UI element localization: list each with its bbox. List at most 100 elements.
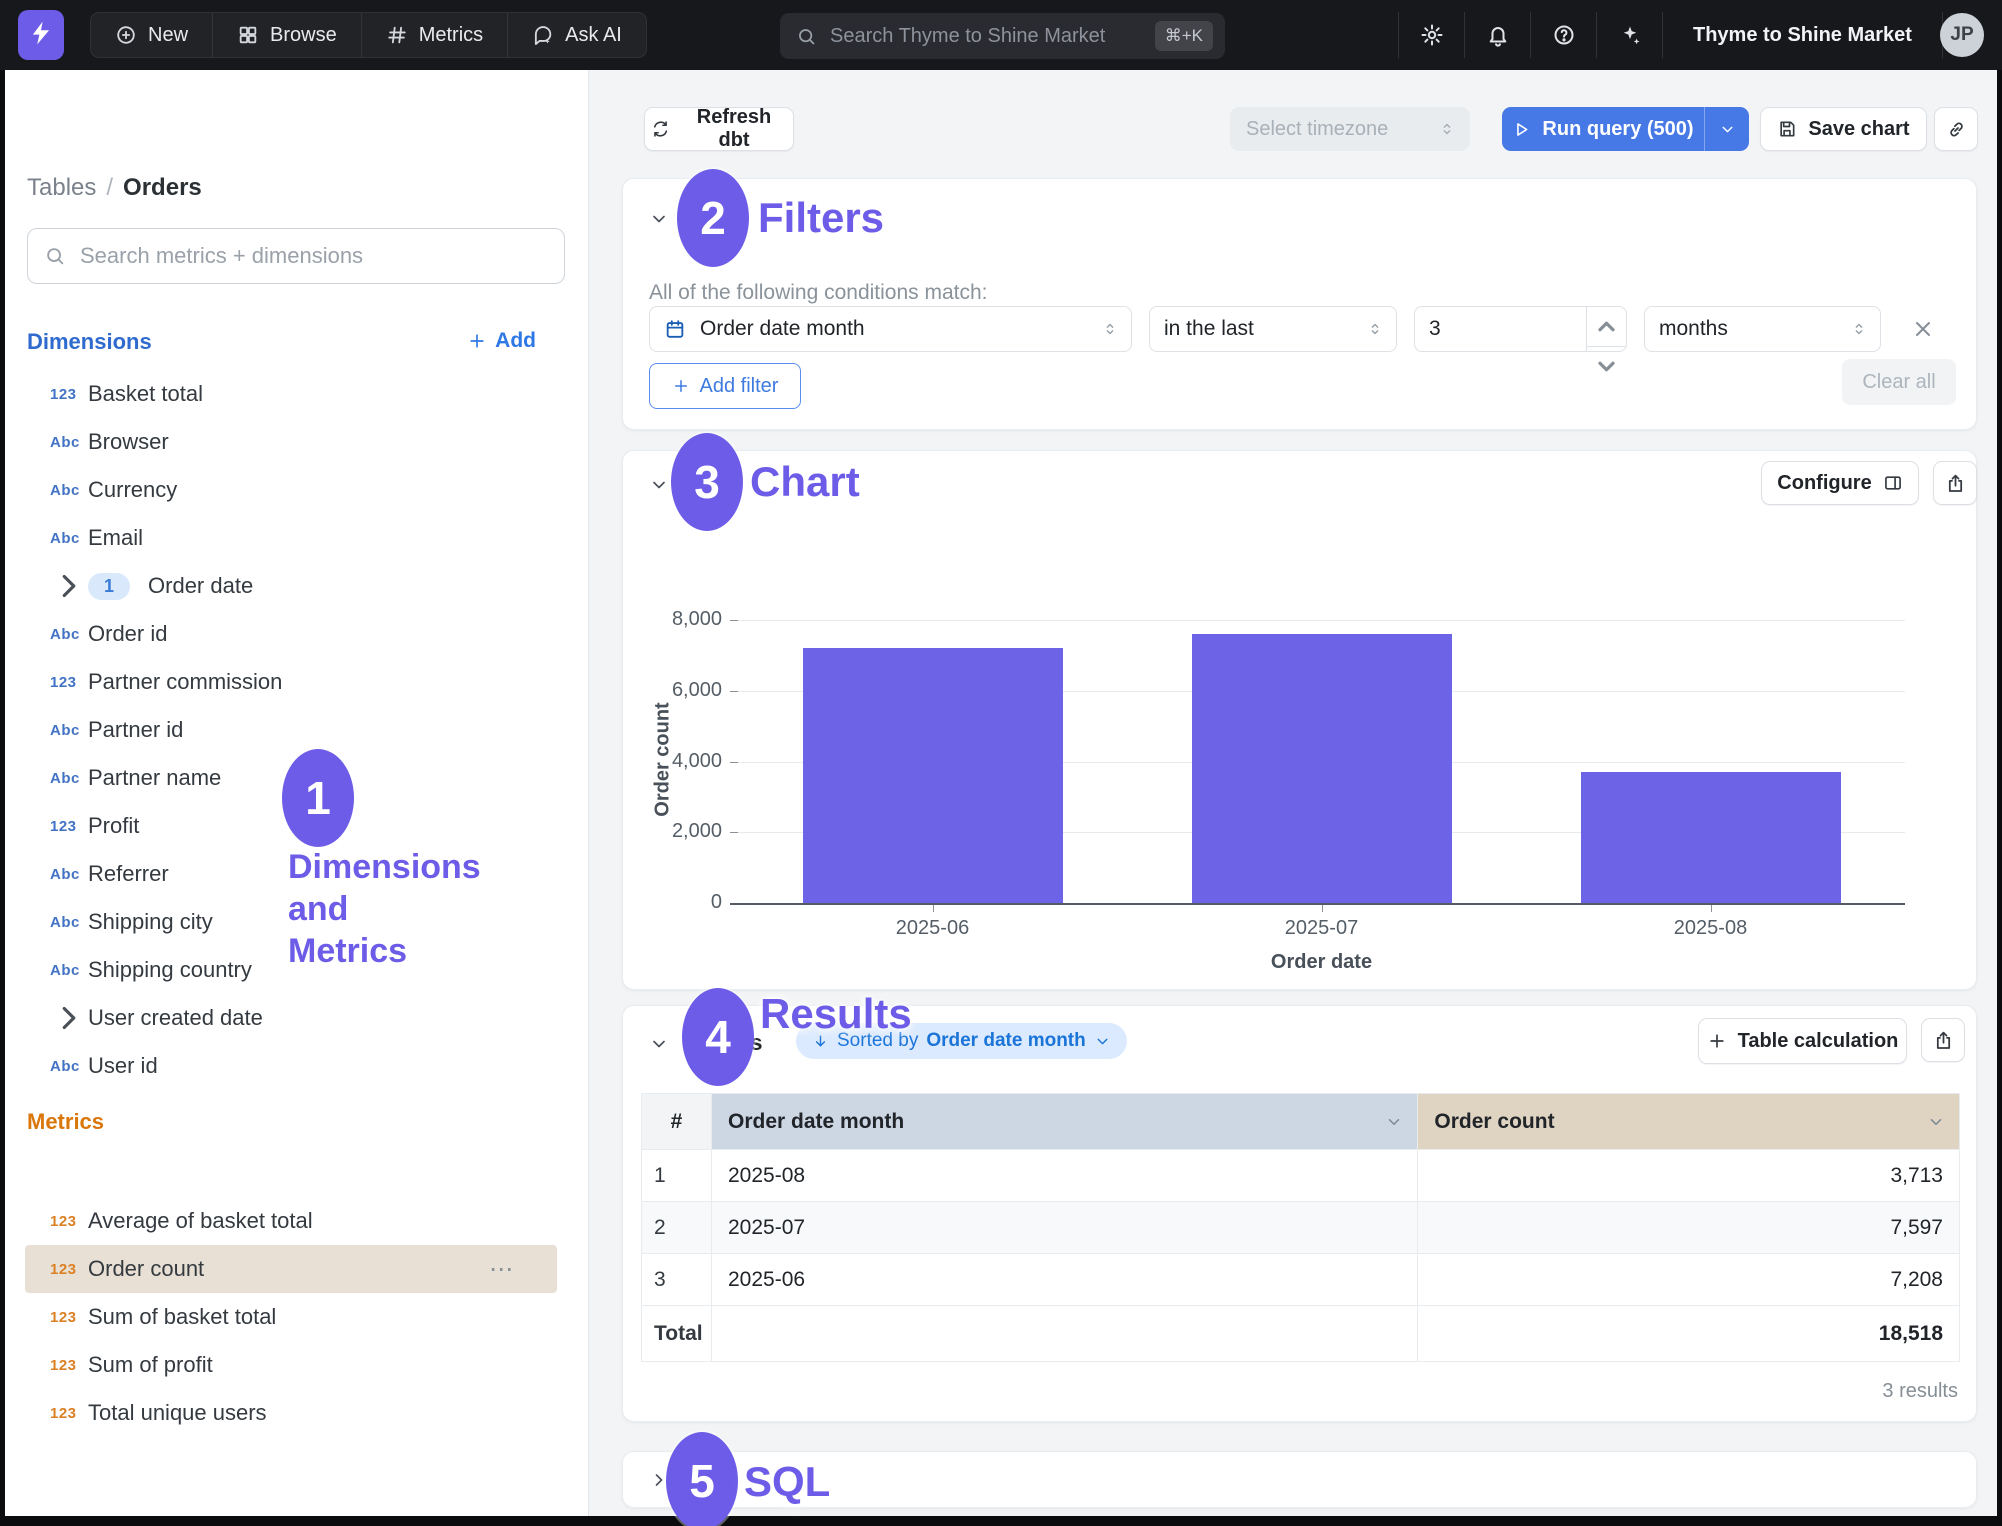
export-chart-button[interactable] [1933, 461, 1977, 505]
project-switcher[interactable]: Thyme to Shine Market [1662, 12, 1943, 58]
add-dimension-button[interactable]: Add [467, 329, 536, 353]
refresh-dbt-button[interactable]: Refresh dbt [644, 107, 794, 151]
configure-chart-button[interactable]: Configure [1761, 461, 1919, 505]
field-item-currency[interactable]: AbcCurrency [5, 466, 589, 514]
field-item-average-of-basket-total[interactable]: 123Average of basket total [5, 1197, 589, 1245]
keyboard-shortcut-badge: ⌘+K [1155, 21, 1213, 51]
field-item-sum-of-basket-total[interactable]: 123Sum of basket total [5, 1293, 589, 1341]
settings-button[interactable] [1398, 12, 1464, 58]
grid-icon [237, 24, 259, 46]
results-table: # Order date month Order count 1 2025-08… [641, 1093, 1960, 1362]
chevron-right-icon[interactable] [50, 567, 88, 605]
results-panel: Results Sorted by Order date month Table… [622, 1005, 1977, 1422]
field-item-profit[interactable]: 123Profit [5, 802, 589, 850]
table-row[interactable]: 1 2025-08 3,713 [642, 1150, 1960, 1202]
table-row[interactable]: 2 2025-07 7,597 [642, 1202, 1960, 1254]
export-results-button[interactable] [1921, 1018, 1965, 1062]
arrow-down-icon [812, 1033, 829, 1050]
field-item-partner-commission[interactable]: 123Partner commission [5, 658, 589, 706]
timezone-select[interactable]: Select timezone [1230, 107, 1470, 151]
sparkles-icon [1618, 23, 1642, 47]
active-filter-count-badge: 1 [88, 573, 130, 600]
save-chart-button[interactable]: Save chart [1760, 107, 1927, 151]
add-filter-button[interactable]: Add filter [649, 363, 801, 409]
share-link-button[interactable] [1934, 107, 1978, 151]
navbar-menu: New Browse Metrics Ask AI [90, 12, 647, 58]
navbar-item-metrics[interactable]: Metrics [362, 13, 508, 57]
field-item-user-created-date[interactable]: User created date [5, 994, 589, 1042]
save-icon [1777, 119, 1797, 139]
field-item-sum-of-profit[interactable]: 123Sum of profit [5, 1341, 589, 1389]
help-button[interactable] [1530, 12, 1596, 58]
ai-assistant-button[interactable] [1596, 12, 1662, 58]
plus-icon [1707, 1031, 1727, 1051]
fields-search-input[interactable]: Search metrics + dimensions [27, 228, 565, 284]
row-index: 2 [642, 1202, 712, 1254]
row-dimension-value: 2025-07 [711, 1202, 1417, 1254]
chart-panel: Chart Configure [622, 450, 1977, 990]
number-type-icon: 123 [50, 818, 88, 835]
calendar-icon [664, 318, 686, 340]
string-type-icon: Abc [50, 1058, 88, 1075]
fields-search-placeholder: Search metrics + dimensions [80, 243, 363, 269]
navbar-item-browse[interactable]: Browse [213, 13, 362, 57]
dimension-column-header[interactable]: Order date month [711, 1094, 1417, 1150]
number-type-icon: 123 [50, 386, 88, 403]
field-item-partner-id[interactable]: AbcPartner id [5, 706, 589, 754]
field-item-order-count[interactable]: 123Order count ⋯ [25, 1245, 557, 1293]
notifications-button[interactable] [1464, 12, 1530, 58]
string-type-icon: Abc [50, 962, 88, 979]
number-type-icon: 123 [50, 1309, 88, 1326]
navbar-item-new[interactable]: New [91, 13, 213, 57]
field-item-shipping-country[interactable]: AbcShipping country [5, 946, 589, 994]
global-search-input[interactable]: Search Thyme to Shine Market ⌘+K [780, 13, 1225, 59]
remove-filter-button[interactable] [1911, 317, 1935, 341]
lightning-bolt-icon [28, 18, 54, 53]
table-row[interactable]: 3 2025-06 7,208 [642, 1254, 1960, 1306]
collapse-filters-chevron[interactable] [649, 209, 669, 229]
filter-unit-select[interactable]: months [1644, 306, 1881, 352]
filter-condition-text: All of the following conditions match: [649, 281, 988, 305]
field-item-browser[interactable]: AbcBrowser [5, 418, 589, 466]
filter-operator-select[interactable]: in the last [1149, 306, 1397, 352]
chevron-down-icon [1094, 1033, 1111, 1050]
run-query-button[interactable]: Run query (500) [1502, 107, 1749, 151]
collapse-chart-chevron[interactable] [649, 475, 669, 495]
chat-icon [532, 24, 554, 46]
filter-value-input[interactable]: 3 [1414, 306, 1627, 352]
sort-pill[interactable]: Sorted by Order date month [796, 1023, 1127, 1059]
stepper-up-button[interactable] [1587, 307, 1626, 347]
link-icon [1946, 119, 1967, 140]
metric-column-header[interactable]: Order count [1418, 1094, 1960, 1150]
app-logo[interactable] [18, 10, 64, 60]
field-item-basket-total[interactable]: 123Basket total [5, 370, 589, 418]
string-type-icon: Abc [50, 866, 88, 883]
row-dimension-value: 2025-06 [711, 1254, 1417, 1306]
stepper-down-button[interactable] [1587, 347, 1626, 386]
field-item-referrer[interactable]: AbcReferrer [5, 850, 589, 898]
expand-sql-chevron[interactable] [649, 1470, 669, 1490]
field-item-order-date[interactable]: 1Order date [5, 562, 589, 610]
field-item-shipping-city[interactable]: AbcShipping city [5, 898, 589, 946]
collapse-results-chevron[interactable] [649, 1034, 669, 1054]
chevron-right-icon[interactable] [50, 999, 88, 1037]
table-calculation-button[interactable]: Table calculation [1698, 1018, 1907, 1064]
field-item-partner-name[interactable]: AbcPartner name [5, 754, 589, 802]
clear-all-filters-button[interactable]: Clear all [1842, 359, 1956, 405]
plusCircle-icon [115, 24, 137, 46]
filter-field-select[interactable]: Order date month [649, 306, 1132, 352]
string-type-icon: Abc [50, 914, 88, 931]
field-item-user-id[interactable]: AbcUser id [5, 1042, 589, 1090]
user-avatar[interactable]: JP [1940, 13, 1984, 57]
breadcrumb-tables-link[interactable]: Tables [27, 174, 96, 201]
run-query-dropdown[interactable] [1705, 107, 1749, 151]
chart-title: Chart [683, 471, 740, 497]
field-item-email[interactable]: AbcEmail [5, 514, 589, 562]
field-options-menu[interactable]: ⋯ [489, 1255, 515, 1284]
search-icon [796, 26, 817, 47]
field-item-total-unique-users[interactable]: 123Total unique users [5, 1389, 589, 1437]
breadcrumb: Tables/Orders [27, 174, 202, 202]
hash-icon [386, 24, 408, 46]
navbar-item-ask-ai[interactable]: Ask AI [508, 13, 646, 57]
field-item-order-id[interactable]: AbcOrder id [5, 610, 589, 658]
